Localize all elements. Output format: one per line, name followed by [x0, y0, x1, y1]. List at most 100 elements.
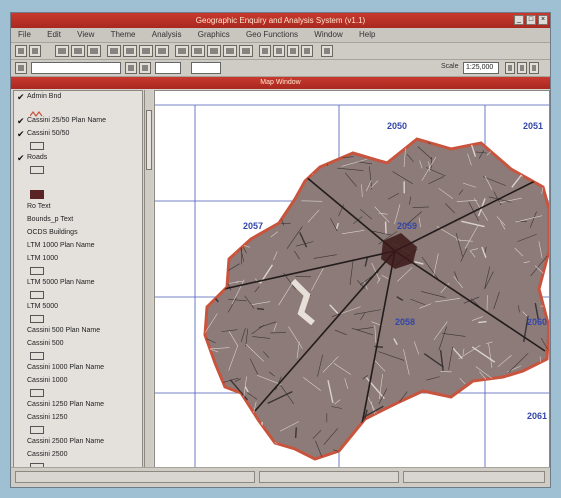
layer-icon[interactable]: [259, 45, 271, 57]
scrollbar-thumb[interactable]: [146, 110, 152, 170]
layer-symbol-icon: [29, 105, 44, 117]
map-window-title: Map Window: [11, 77, 550, 89]
query-icon[interactable]: [239, 45, 253, 57]
checkmark-icon[interactable]: ✔: [17, 116, 25, 126]
checkmark-icon[interactable]: ✔: [17, 92, 25, 102]
layer-item[interactable]: LTM 5000 Plan Name: [14, 277, 142, 290]
legend-icon[interactable]: [273, 45, 285, 57]
layer-item[interactable]: OCDS Buildings: [14, 227, 142, 240]
bold-icon[interactable]: [125, 62, 137, 74]
urban-area: [203, 137, 549, 461]
layer-item[interactable]: Cassini 2500 Plan Name: [14, 436, 142, 449]
layer-item[interactable]: Cassini 1000: [14, 375, 142, 388]
close-icon[interactable]: ×: [538, 15, 548, 25]
layer-symbol-icon: [30, 352, 44, 360]
layer-label: Cassini 500 Plan Name: [27, 327, 101, 334]
zoom-in-icon[interactable]: [123, 45, 137, 57]
layer-label: Cassini 1000 Plan Name: [27, 364, 105, 371]
identify-icon[interactable]: [191, 45, 205, 57]
arrow-icon[interactable]: [15, 62, 27, 74]
drawing-toolbar: Scale 1:25,000: [11, 60, 550, 77]
app-window: Geographic Enquiry and Analysis System (…: [10, 12, 551, 488]
color-select[interactable]: [191, 62, 221, 74]
layer-label: Bounds_p Text: [27, 216, 74, 223]
font-select[interactable]: [31, 62, 121, 74]
menu-graphics[interactable]: Graphics: [191, 28, 237, 42]
open-icon[interactable]: [29, 45, 41, 57]
checkmark-icon[interactable]: ✔: [17, 153, 25, 163]
layer-label: Cassini 2500: [27, 451, 68, 458]
map-canvas[interactable]: 2050 2051 2057 2059 2058 2060 2061: [154, 90, 550, 469]
layer-item[interactable]: Cassini 500: [14, 338, 142, 351]
sheet-label: 2051: [523, 121, 544, 131]
status-message: [15, 471, 255, 483]
checkmark-icon[interactable]: ✔: [17, 129, 25, 139]
buffer-icon[interactable]: [223, 45, 237, 57]
layer-item[interactable]: [14, 176, 142, 189]
minimize-icon[interactable]: _: [514, 15, 524, 25]
desktop: Geographic Enquiry and Analysis System (…: [0, 0, 561, 498]
layer-symbol-icon: [30, 389, 44, 397]
help-icon[interactable]: [321, 45, 333, 57]
menu-window[interactable]: Window: [307, 28, 349, 42]
layer-list-scrollbar[interactable]: [144, 90, 153, 469]
menu-help[interactable]: Help: [352, 28, 382, 42]
layer-symbol-icon: [30, 291, 44, 299]
sheet-label: 2059: [397, 221, 418, 231]
maximize-icon[interactable]: □: [526, 15, 536, 25]
layer-item[interactable]: ✔ Cassini 25/50 Plan Name: [14, 115, 142, 128]
layer-symbol-icon: [30, 190, 44, 199]
layer-item[interactable]: Bounds_p Text: [14, 214, 142, 227]
layer-item[interactable]: Cassini 500 Plan Name: [14, 325, 142, 338]
scale-input[interactable]: 1:25,000: [463, 62, 499, 74]
scale-up-icon[interactable]: [505, 62, 515, 74]
layer-item[interactable]: Cassini 1250 Plan Name: [14, 399, 142, 412]
layer-item[interactable]: LTM 1000: [14, 253, 142, 266]
copy-icon[interactable]: [87, 45, 101, 57]
new-icon[interactable]: [15, 45, 27, 57]
menu-bar: File Edit View Theme Analysis Graphics G…: [11, 28, 550, 43]
select-icon[interactable]: [175, 45, 189, 57]
layer-label: OCDS Buildings: [27, 229, 78, 236]
measure-icon[interactable]: [207, 45, 221, 57]
italic-icon[interactable]: [139, 62, 151, 74]
scale-down-icon[interactable]: [517, 62, 527, 74]
layer-item[interactable]: ✔ Cassini 50/50: [14, 128, 142, 141]
layer-item[interactable]: Ro Text: [14, 201, 142, 214]
print-icon[interactable]: [71, 45, 85, 57]
menu-edit[interactable]: Edit: [40, 28, 68, 42]
layer-label: LTM 5000 Plan Name: [27, 279, 95, 286]
zoom-out-icon[interactable]: [139, 45, 153, 57]
pan-icon[interactable]: [155, 45, 169, 57]
sheet-label: 2061: [527, 411, 548, 421]
layer-item[interactable]: LTM 5000: [14, 301, 142, 314]
layer-label: Cassini 25/50 Plan Name: [27, 117, 106, 124]
sheet-label: 2057: [243, 221, 264, 231]
layer-label: Cassini 1000: [27, 377, 68, 384]
layer-item[interactable]: Cassini 1250: [14, 412, 142, 425]
layer-item[interactable]: Cassini 1000 Plan Name: [14, 362, 142, 375]
menu-analysis[interactable]: Analysis: [145, 28, 189, 42]
sheet-label: 2050: [387, 121, 408, 131]
menu-theme[interactable]: Theme: [104, 28, 143, 42]
menu-file[interactable]: File: [11, 28, 38, 42]
grid-icon[interactable]: [287, 45, 299, 57]
layer-label: Cassini 2500 Plan Name: [27, 438, 105, 445]
layer-item[interactable]: ✔ Admin Bnd: [14, 91, 142, 104]
window-title: Geographic Enquiry and Analysis System (…: [195, 16, 366, 25]
layer-item[interactable]: Cassini 2500: [14, 449, 142, 462]
font-size-select[interactable]: [155, 62, 181, 74]
pointer-icon[interactable]: [107, 45, 121, 57]
status-bar: [11, 467, 550, 487]
menu-geo-functions[interactable]: Geo Functions: [239, 28, 305, 42]
layer-item[interactable]: ✔ Roads: [14, 152, 142, 165]
layer-symbol-icon: [30, 315, 44, 323]
layer-item[interactable]: LTM 1000 Plan Name: [14, 240, 142, 253]
refresh-icon[interactable]: [301, 45, 313, 57]
layer-symbol-icon: [30, 267, 44, 275]
main-toolbar: [11, 43, 550, 60]
scale-apply-icon[interactable]: [529, 62, 539, 74]
menu-view[interactable]: View: [70, 28, 101, 42]
map-svg: [155, 104, 549, 468]
save-icon[interactable]: [55, 45, 69, 57]
